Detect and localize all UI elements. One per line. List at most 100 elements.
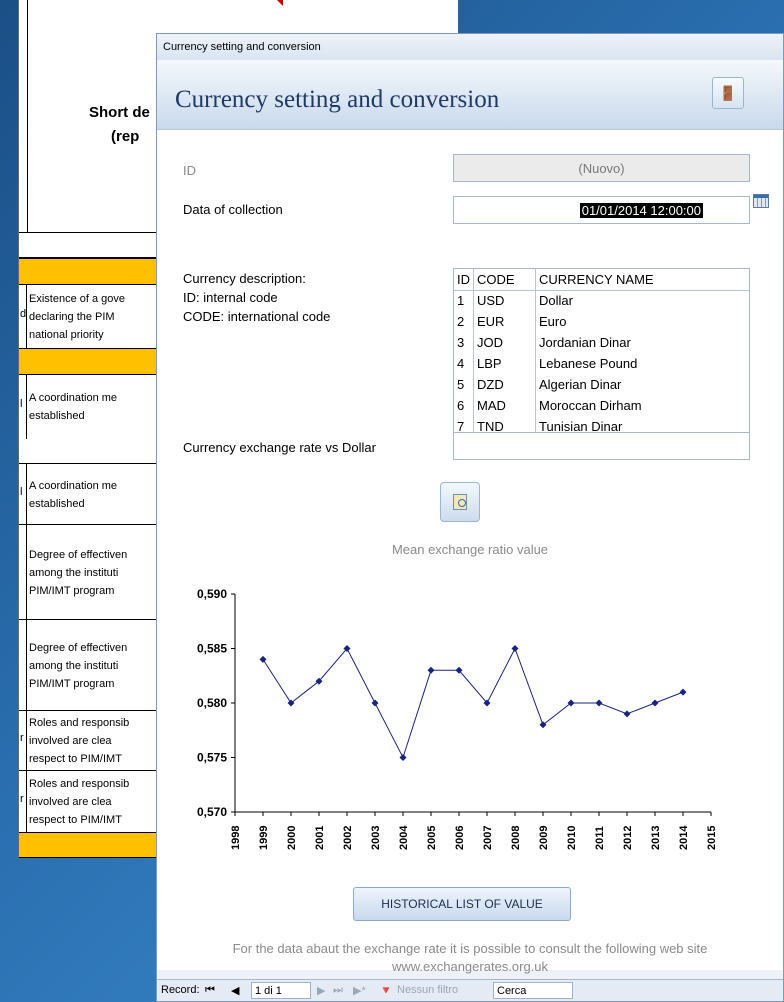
sheet-cell-border <box>26 771 27 833</box>
sheet-cell-text: A coordination me <box>29 479 118 492</box>
sheet-clipped-char: l <box>20 485 23 498</box>
data-point <box>399 754 407 761</box>
x-tick-label: 2014 <box>678 825 690 850</box>
sheet-subtitle: (rep <box>111 128 140 145</box>
exchange-rate-chart: 0,590 0,585 0,580 0,575 0,5701998 1999 2000 200… <box>197 587 718 850</box>
sheet-cell-text: Degree of effectiven <box>29 641 128 654</box>
currency-id-label: ID: internal code <box>183 290 278 305</box>
x-tick-label: 2015 <box>706 826 718 850</box>
sheet-cell-text: Roles and responsib <box>29 778 130 790</box>
data-point <box>651 699 659 707</box>
currency-list[interactable]: ID CODE CURRENCY NAME 1 USD Dollar 2 EUR Euro… <box>453 268 750 457</box>
currency-name-cell: Moroccan Dirham <box>539 398 642 413</box>
rate-field[interactable] <box>453 432 750 460</box>
currency-dialog: Currency setting and conversion Currency… <box>156 33 784 1002</box>
sheet-cell-border <box>26 464 27 525</box>
sheet-cell-text: national priority <box>29 329 104 341</box>
id-field: (Nuovo) <box>453 154 750 182</box>
currency-desc-label: Currency description: <box>183 271 306 286</box>
currency-row[interactable]: 2 EUR Euro <box>454 311 749 332</box>
currency-list-header: ID CODE CURRENCY NAME <box>454 269 749 291</box>
x-tick-label: 2012 <box>622 826 634 850</box>
record-navigation-bar: Record: ⏮ ◀ 1 di 1 ▶ ⏭ ▶* 🔻 Nessun filtr… <box>157 979 783 1001</box>
currency-code-cell: LBP <box>473 353 536 374</box>
currency-code-cell: USD <box>473 290 536 311</box>
currency-row[interactable]: 4 LBP Lebanese Pound <box>454 353 749 374</box>
next-record-button[interactable]: ▶ <box>317 984 325 997</box>
x-tick-label: 2009 <box>538 826 550 850</box>
data-point <box>371 699 379 707</box>
sheet-cell-text: PIM/IMT program <box>29 584 115 597</box>
sheet-cell-border <box>26 525 27 620</box>
date-field[interactable]: 01/01/2014 12:00:00 <box>453 196 750 224</box>
series-line <box>262 647 684 759</box>
x-tick-label: 2002 <box>342 826 354 850</box>
first-record-button[interactable]: ⏮ <box>205 984 215 997</box>
x-tick-label: 1998 <box>230 826 242 850</box>
currency-code-cell: DZD <box>473 374 536 395</box>
currency-id-cell: 4 <box>454 353 474 374</box>
record-number-input[interactable]: 1 di 1 <box>251 982 311 999</box>
col-name-header: CURRENCY NAME <box>535 269 749 291</box>
exit-button[interactable]: 🚪 <box>712 77 744 109</box>
y-tick-label: 0,590 <box>197 587 227 601</box>
x-tick-label: 2004 <box>398 825 410 850</box>
sheet-cell-text: respect to PIM/IMT <box>29 814 122 826</box>
currency-id-cell: 2 <box>454 311 474 332</box>
currency-id-cell: 6 <box>454 395 474 416</box>
col-code-header: CODE <box>473 269 536 291</box>
prev-record-button[interactable]: ◀ <box>231 984 239 997</box>
currency-code-label: CODE: international code <box>183 309 331 324</box>
last-record-button[interactable]: ⏭ <box>333 984 343 997</box>
sheet-cell-text: involved are clea <box>29 796 112 808</box>
currency-row[interactable]: 5 DZD Algerian Dinar <box>454 374 749 395</box>
currency-row[interactable]: 6 MAD Moroccan Dirham <box>454 395 749 416</box>
window-titlebar[interactable]: Currency setting and conversion <box>157 34 783 60</box>
currency-id-cell: 1 <box>454 290 474 311</box>
form-header: Currency setting and conversion 🚪 <box>157 60 783 130</box>
search-input[interactable]: Cerca <box>493 982 573 999</box>
currency-code-cell: JOD <box>473 332 536 353</box>
sheet-cell-border <box>26 711 27 771</box>
y-tick-label: 0,585 <box>197 642 227 656</box>
data-point <box>259 655 267 663</box>
sheet-clipped-char: l <box>20 398 23 410</box>
data-point <box>679 688 687 696</box>
data-point <box>595 699 603 707</box>
calendar-icon[interactable] <box>753 194 769 208</box>
currency-row[interactable]: 1 USD Dollar <box>454 290 749 311</box>
sheet-cell-text: Degree of effectiven <box>29 548 128 561</box>
historical-list-button[interactable]: HISTORICAL LIST OF VALUE <box>353 887 571 921</box>
y-tick-label: 0,575 <box>197 751 227 765</box>
sheet-cell-text: PIM/IMT program <box>29 677 115 690</box>
new-record-button[interactable]: ▶* <box>353 984 366 997</box>
sheet-cell-border <box>26 375 27 439</box>
currency-name-cell: Euro <box>539 314 567 329</box>
refresh-button[interactable] <box>440 482 480 522</box>
filter-icon[interactable]: 🔻 <box>379 984 393 997</box>
sheet-cell-text: respect to PIM/IMT <box>29 753 122 765</box>
form-title: Currency setting and conversion <box>175 86 500 113</box>
sheet-cell-text: Existence of a gove <box>29 293 126 305</box>
sheet-cell-border <box>26 620 27 711</box>
filter-status[interactable]: Nessun filtro <box>397 984 458 996</box>
sheet-cell-text: established <box>29 497 85 510</box>
currency-name-cell: Algerian Dinar <box>539 377 622 392</box>
x-tick-label: 2008 <box>510 826 522 850</box>
currency-row[interactable]: 3 JOD Jordanian Dinar <box>454 332 749 353</box>
form-body: ID (Nuovo) Data of collection 01/01/2014… <box>157 130 783 974</box>
col-id-header: ID <box>454 269 474 291</box>
data-point <box>623 710 631 718</box>
record-label: Record: <box>161 984 200 996</box>
sheet-clipped-char: r <box>20 732 24 744</box>
footnote-link[interactable]: www.exchangerates.org.uk <box>157 959 783 974</box>
refresh-icon <box>453 494 467 510</box>
currency-code-cell: EUR <box>473 311 536 332</box>
x-tick-label: 2001 <box>314 826 326 850</box>
sheet-cell-text: among the instituti <box>29 566 119 579</box>
x-tick-label: 2005 <box>426 826 438 850</box>
sheet-clipped-char: r <box>20 793 24 805</box>
rate-label: Currency exchange rate vs Dollar <box>183 440 376 455</box>
sheet-cell-text: among the instituti <box>29 659 119 672</box>
currency-name-cell: Lebanese Pound <box>539 356 638 371</box>
